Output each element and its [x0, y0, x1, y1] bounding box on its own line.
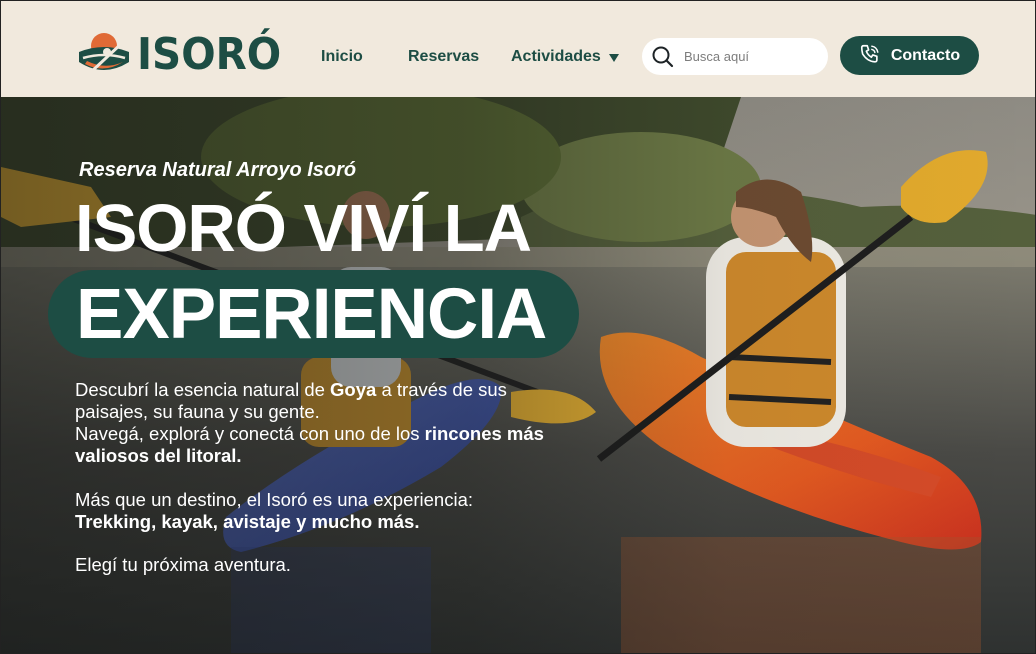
nav-actividades[interactable]: Actividades [511, 48, 619, 66]
hero-eyebrow: Reserva Natural Arroyo Isoró [79, 159, 357, 181]
p2-activities: Trekking, kayak, avistaje y mucho más. [75, 511, 420, 532]
page: ISORÓ Inicio Reservas Actividades Busca … [0, 0, 1036, 654]
p1-text-a: Descubrí la esencia natural de [75, 379, 331, 400]
search-icon [652, 46, 674, 68]
nav-actividades-label: Actividades [511, 48, 601, 65]
nav-reservas[interactable]: Reservas [408, 48, 479, 66]
hero-title-line2: EXPERIENCIA [76, 274, 547, 354]
search-box[interactable] [642, 38, 828, 75]
brand-logo[interactable]: ISORÓ [77, 27, 294, 83]
contact-button[interactable]: Contacto [840, 36, 979, 75]
hero-paragraph-1: Descubrí la esencia natural de Goya a tr… [75, 379, 585, 467]
phone-icon [859, 43, 881, 69]
p1-goya: Goya [330, 379, 377, 400]
kayak-sun-logo-icon [77, 28, 131, 82]
search-input[interactable] [684, 49, 814, 64]
hero-paragraph-3: Elegí tu próxima aventura. [75, 554, 291, 575]
site-header: ISORÓ Inicio Reservas Actividades Busca … [1, 1, 1035, 97]
hero-section: Reserva Natural Arroyo Isoró ISORÓ VIVÍ … [1, 97, 1035, 653]
contact-label: Contacto [890, 46, 961, 64]
caret-down-icon [608, 54, 619, 62]
p1-text-d: Navegá, explorá y conectá con uno de los [75, 423, 425, 444]
hero-title-pill: EXPERIENCIA [48, 270, 579, 358]
p2-text-a: Más que un destino, el Isoró es una expe… [75, 489, 473, 510]
hero-paragraph-2: Más que un destino, el Isoró es una expe… [75, 489, 473, 533]
brand-wordmark: ISORÓ [137, 29, 282, 80]
hero-title-line1: ISORÓ VIVÍ LA [75, 191, 532, 266]
nav-inicio[interactable]: Inicio [321, 48, 363, 66]
